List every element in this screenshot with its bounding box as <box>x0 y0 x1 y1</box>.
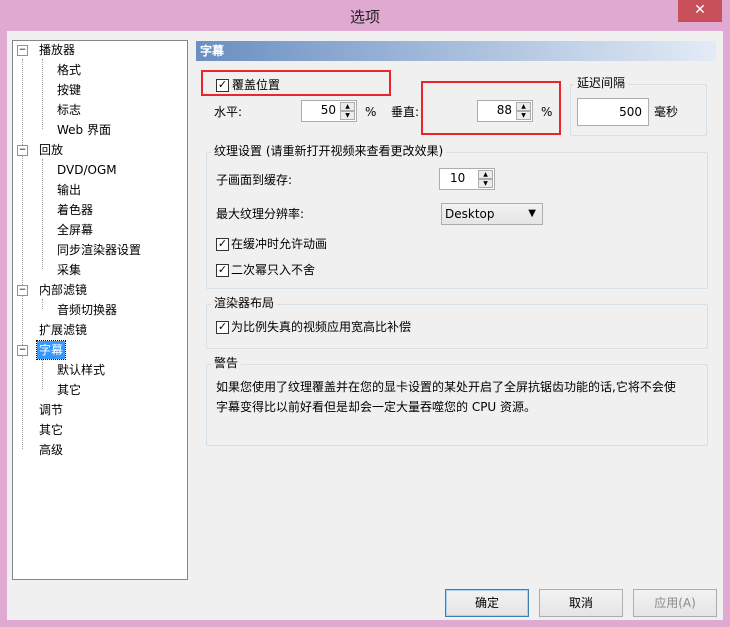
close-icon: ✕ <box>694 2 706 18</box>
tree-item-external-filters[interactable]: 扩展滤镜 <box>39 321 87 339</box>
tree-item-advanced[interactable]: 高级 <box>39 441 63 459</box>
settings-tree[interactable]: − 播放器 格式 按键 标志 Web 界面 − 回放 DVD/OGM 输出 着色… <box>12 40 188 580</box>
tree-item-label: 回放 <box>39 143 64 157</box>
warning-text-line2: 字幕变得比以前好看但是却会一定大量吞噬您的 CPU 资源。 <box>216 400 537 414</box>
tree-item-formats[interactable]: 格式 <box>57 61 81 79</box>
spin-up-icon[interactable]: ▲ <box>340 102 355 111</box>
dialog-client-area: − 播放器 格式 按键 标志 Web 界面 − 回放 DVD/OGM 输出 着色… <box>7 31 723 620</box>
cancel-button[interactable]: 取消 <box>539 589 623 617</box>
tree-item-audio-switcher[interactable]: 音频切换器 <box>57 301 117 319</box>
close-button[interactable]: ✕ <box>678 0 722 22</box>
tree-item-label: 同步渲染器设置 <box>57 243 142 257</box>
texture-group-label: 纹理设置 (请重新打开视频来查看更改效果) <box>211 144 447 158</box>
tree-item-web-interface[interactable]: Web 界面 <box>57 121 111 139</box>
max-resolution-label: 最大纹理分辨率: <box>216 207 305 221</box>
tree-item-label: 标志 <box>57 103 82 117</box>
highlight-box-override <box>201 70 391 96</box>
tree-item-subtitles-misc[interactable]: 其它 <box>57 381 81 399</box>
spin-up-icon[interactable]: ▲ <box>478 170 493 179</box>
tree-item-label: 其它 <box>57 383 82 397</box>
ok-button[interactable]: 确定 <box>445 589 529 617</box>
collapse-icon[interactable]: − <box>17 45 28 56</box>
tree-item-output[interactable]: 输出 <box>57 181 81 199</box>
tree-item-label: 按键 <box>57 83 82 97</box>
allow-animation-label: 在缓冲时允许动画 <box>231 237 328 251</box>
tree-item-tweaks[interactable]: 调节 <box>39 401 63 419</box>
tree-item-misc[interactable]: 其它 <box>39 421 63 439</box>
tree-item-label: 高级 <box>39 443 64 457</box>
power-of-two-label: 二次幂只入不舍 <box>231 263 316 277</box>
tree-item-label: 播放器 <box>39 43 76 57</box>
tree-item-label: 全屏幕 <box>57 223 94 237</box>
tree-item-sync-renderer[interactable]: 同步渲染器设置 <box>57 241 141 259</box>
options-dialog: 选项 ✕ − 播放器 格式 按键 标志 Web 界面 − 回放 DVD/OGM <box>0 0 730 627</box>
tree-item-label: 采集 <box>57 263 82 277</box>
tree-item-label-selected: 字幕 <box>35 340 67 360</box>
collapse-icon[interactable]: − <box>17 285 28 296</box>
buffer-label: 子画面到缓存: <box>216 173 293 187</box>
horizontal-value: 50 <box>320 103 336 117</box>
delay-unit: 毫秒 <box>654 105 679 119</box>
warning-group-label: 警告 <box>211 356 242 370</box>
tree-item-label: 默认样式 <box>57 363 106 377</box>
tree-item-keys[interactable]: 按键 <box>57 81 81 99</box>
buffer-spinner[interactable]: 10 ▲ ▼ <box>439 168 495 190</box>
renderer-group-label: 渲染器布局 <box>211 296 278 310</box>
horizontal-spinner[interactable]: 50 ▲ ▼ <box>301 100 357 122</box>
horizontal-unit: % <box>365 105 377 119</box>
tree-item-label: 其它 <box>39 423 64 437</box>
aspect-compensation-label: 为比例失真的视频应用宽高比补偿 <box>231 320 412 334</box>
tree-item-label: Web 界面 <box>57 123 111 137</box>
window-title: 选项 <box>349 8 380 26</box>
tree-item-label: 内部滤镜 <box>39 283 88 297</box>
warning-text-line1: 如果您使用了纹理覆盖并在您的显卡设置的某处开启了全屏抗锯齿功能的话,它将不会使 <box>216 380 676 394</box>
tree-item-dvd-ogm[interactable]: DVD/OGM <box>57 161 117 179</box>
highlight-box-vertical <box>421 81 561 135</box>
page-title: 字幕 <box>196 41 716 61</box>
collapse-icon[interactable]: − <box>17 145 28 156</box>
delay-input[interactable]: 500 <box>577 98 649 126</box>
tree-item-label: 输出 <box>57 183 82 197</box>
power-of-two-checkbox[interactable]: ✓ <box>216 264 229 277</box>
tree-item-label: 音频切换器 <box>57 303 118 317</box>
tree-item-default-style[interactable]: 默认样式 <box>57 361 105 379</box>
horizontal-label: 水平: <box>214 105 243 119</box>
aspect-compensation-checkbox[interactable]: ✓ <box>216 321 229 334</box>
max-resolution-select[interactable]: Desktop ▼ <box>441 203 543 225</box>
tree-item-capture[interactable]: 采集 <box>57 261 81 279</box>
title-bar: 选项 ✕ <box>0 0 730 30</box>
tree-item-fullscreen[interactable]: 全屏幕 <box>57 221 93 239</box>
chevron-down-icon: ▼ <box>528 208 536 219</box>
delay-group-label: 延迟间隔 <box>574 76 629 90</box>
allow-animation-checkbox[interactable]: ✓ <box>216 238 229 251</box>
buffer-value: 10 <box>450 171 466 185</box>
vertical-label: 垂直: <box>391 105 420 119</box>
tree-item-label: 调节 <box>39 403 64 417</box>
tree-item-logo[interactable]: 标志 <box>57 101 81 119</box>
collapse-icon[interactable]: − <box>17 345 28 356</box>
tree-item-label: 扩展滤镜 <box>39 323 88 337</box>
max-resolution-value: Desktop <box>445 207 495 221</box>
tree-item-label: 着色器 <box>57 203 94 217</box>
tree-item-shaders[interactable]: 着色器 <box>57 201 93 219</box>
tree-item-label: 格式 <box>57 63 82 77</box>
spin-down-icon[interactable]: ▼ <box>340 111 355 120</box>
apply-button[interactable]: 应用(A) <box>633 589 717 617</box>
spin-down-icon[interactable]: ▼ <box>478 179 493 188</box>
tree-item-label: DVD/OGM <box>57 163 117 177</box>
